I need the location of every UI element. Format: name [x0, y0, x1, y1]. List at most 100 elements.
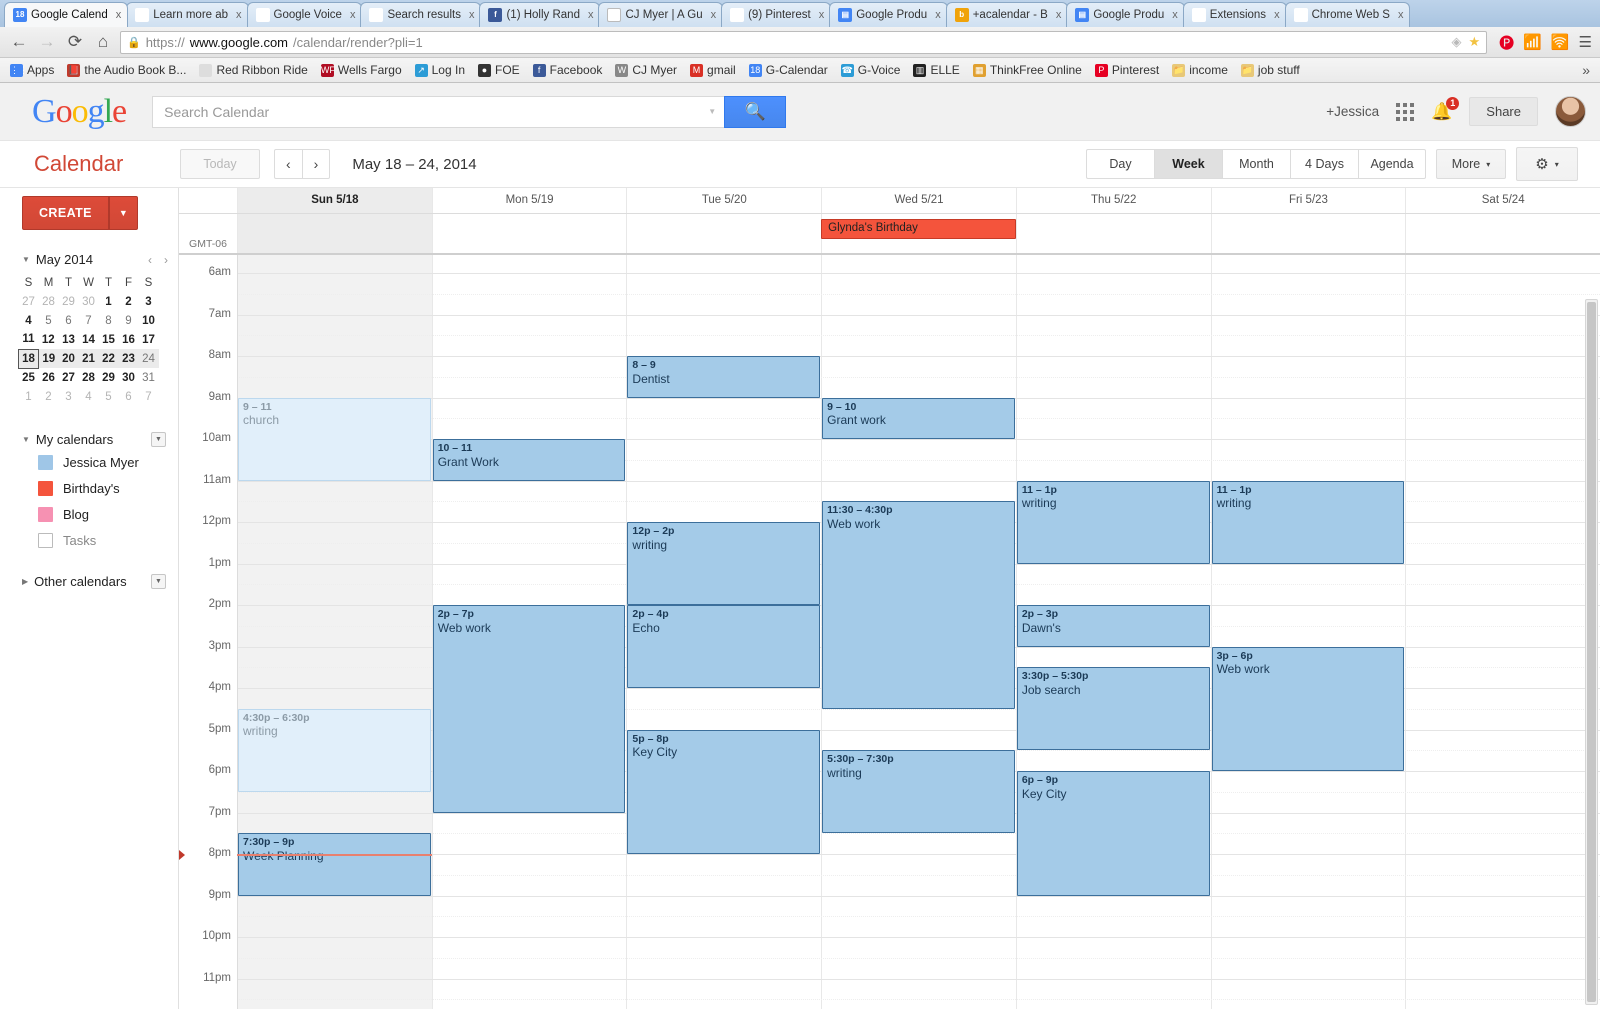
share-button[interactable]: Share: [1469, 97, 1538, 126]
all-day-cell-2[interactable]: [626, 214, 821, 253]
bookmark-item[interactable]: ● FOE: [478, 63, 520, 77]
browser-tab[interactable]: ☎ Google Voice x: [246, 2, 363, 27]
mini-day-cell[interactable]: 30: [119, 368, 139, 387]
broadcast-ext-icon[interactable]: 🛜: [1551, 33, 1570, 51]
collapse-caret-icon[interactable]: ▼: [22, 435, 30, 444]
calendar-event[interactable]: 9 – 11 church: [238, 397, 431, 481]
day-header-2[interactable]: Tue 5/20: [626, 188, 821, 213]
browser-tab[interactable]: b +acalendar - B x: [945, 2, 1069, 27]
mini-day-cell[interactable]: 2: [119, 292, 139, 311]
mini-day-cell[interactable]: 1: [19, 387, 39, 406]
all-day-cell-4[interactable]: [1015, 214, 1211, 253]
bookmark-star-icon[interactable]: ★: [1469, 34, 1481, 50]
vertical-scrollbar[interactable]: [1585, 299, 1598, 1005]
calendar-event[interactable]: 11:30 – 4:30p Web work: [822, 501, 1015, 709]
calendar-event[interactable]: 3:30p – 5:30p Job search: [1016, 667, 1210, 751]
bookmark-item[interactable]: 18 G-Calendar: [748, 63, 828, 77]
today-button[interactable]: Today: [180, 149, 260, 179]
bookmark-item[interactable]: ↗ Log In: [414, 63, 465, 77]
rss-ext-icon[interactable]: 📶: [1523, 33, 1542, 51]
mini-day-cell[interactable]: 29: [59, 292, 79, 311]
calendar-event[interactable]: 4:30p – 6:30p writing: [238, 708, 431, 792]
mini-day-cell[interactable]: 11: [19, 330, 39, 349]
search-options-caret-icon[interactable]: ▼: [708, 107, 716, 116]
expand-caret-icon[interactable]: ▶: [22, 577, 28, 586]
mini-day-cell[interactable]: 19: [38, 349, 59, 368]
calendar-event[interactable]: 6p – 9p Key City: [1016, 771, 1210, 896]
grid-scroll-zone[interactable]: 6am 7am 8am 9am 10am 11am 12pm 1pm 2pm 3pm 4pm 5pm 6…: [179, 255, 1600, 1009]
next-week-button[interactable]: ›: [302, 149, 331, 179]
mini-day-cell[interactable]: 29: [99, 368, 119, 387]
mini-week-row[interactable]: 4 5 6 7 8 9 10: [19, 311, 159, 330]
all-day-cell-6[interactable]: [1405, 214, 1600, 253]
mini-day-cell[interactable]: 26: [39, 368, 59, 387]
mini-next-month-button[interactable]: ›: [164, 253, 168, 267]
google-logo[interactable]: Google: [32, 93, 127, 131]
mini-day-cell[interactable]: 3: [59, 387, 79, 406]
browser-tab[interactable]: ▤ Google Produ x: [829, 2, 948, 27]
mini-day-cell[interactable]: 22: [98, 349, 119, 368]
calendar-event[interactable]: 8 – 9 Dentist: [627, 356, 821, 398]
close-icon[interactable]: x: [707, 9, 717, 21]
mini-prev-month-button[interactable]: ‹: [148, 253, 152, 267]
bookmark-item[interactable]: 📕 the Audio Book B...: [67, 63, 186, 77]
close-icon[interactable]: x: [1052, 9, 1062, 21]
mini-day-cell[interactable]: 3: [139, 292, 159, 311]
mini-day-cell[interactable]: 4: [19, 311, 39, 330]
calendar-event[interactable]: 2p – 7p Web work: [432, 605, 626, 813]
mini-day-cell[interactable]: 30: [79, 292, 99, 311]
menu-icon[interactable]: ☰: [1579, 33, 1592, 51]
mini-week-row[interactable]: 25 26 27 28 29 30 31: [19, 368, 159, 387]
bookmark-item[interactable]: 📁 job stuff: [1240, 63, 1300, 77]
bookmark-item[interactable]: Mgmail: [690, 63, 736, 77]
browser-tab[interactable]: ◉ Chrome Web S x: [1284, 2, 1411, 27]
close-icon[interactable]: x: [465, 9, 475, 21]
browser-tab[interactable]: ✚ Extensions x: [1182, 2, 1287, 27]
calendar-event[interactable]: 3p – 6p Web work: [1211, 646, 1405, 771]
all-day-cell-0[interactable]: [237, 214, 432, 253]
search-button[interactable]: 🔍: [724, 95, 787, 128]
reload-button[interactable]: ⟳: [64, 31, 86, 53]
mini-day-cell[interactable]: 18: [18, 348, 39, 369]
day-header-4[interactable]: Thu 5/22: [1015, 188, 1211, 213]
mini-day-cell[interactable]: 28: [79, 368, 99, 387]
mini-day-cell[interactable]: 8: [99, 311, 119, 330]
forward-button[interactable]: →: [36, 31, 58, 53]
prev-week-button[interactable]: ‹: [274, 149, 303, 179]
mini-day-cell[interactable]: 5: [39, 311, 59, 330]
browser-tab[interactable]: ▤ Google Produ x: [1066, 2, 1185, 27]
bookmark-item[interactable]: WF Wells Fargo: [320, 63, 402, 77]
mini-day-cell[interactable]: 14: [79, 330, 99, 349]
mini-day-cell[interactable]: 17: [139, 330, 159, 349]
notifications-button[interactable]: 🔔 1: [1431, 96, 1460, 122]
bookmark-item[interactable]: f Facebook: [532, 63, 602, 77]
browser-tab[interactable]: W CJ Myer | A Gu x: [598, 2, 724, 27]
all-day-event[interactable]: Glynda's Birthday: [821, 219, 1016, 239]
calendar-event[interactable]: 11 – 1p writing: [1016, 480, 1210, 564]
avatar[interactable]: [1555, 96, 1586, 127]
search-box[interactable]: ▼: [152, 95, 725, 128]
calendar-event[interactable]: 5p – 8p Key City: [627, 729, 821, 854]
browser-tab[interactable]: P (9) Pinterest x: [721, 2, 832, 27]
mini-day-cell[interactable]: 15: [99, 330, 119, 349]
close-icon[interactable]: x: [584, 9, 594, 21]
calendar-event[interactable]: 10 – 11 Grant Work: [432, 439, 626, 481]
mini-day-cell[interactable]: 21: [78, 349, 99, 368]
close-icon[interactable]: x: [346, 9, 356, 21]
mini-week-row[interactable]: 27 28 29 30 1 2 3: [19, 292, 159, 311]
mini-day-cell[interactable]: 7: [139, 387, 159, 406]
calendar-event[interactable]: 2p – 4p Echo: [627, 605, 821, 688]
mini-day-cell[interactable]: 28: [39, 292, 59, 311]
create-dropdown-button[interactable]: ▼: [108, 196, 138, 230]
mini-day-cell[interactable]: 2: [39, 387, 59, 406]
day-header-1[interactable]: Mon 5/19: [431, 188, 627, 213]
bookmark-item[interactable]: W CJ Myer: [615, 63, 677, 77]
day-header-5[interactable]: Fri 5/23: [1210, 188, 1406, 213]
close-icon[interactable]: x: [112, 9, 122, 21]
close-icon[interactable]: x: [1394, 9, 1404, 21]
mini-day-cell[interactable]: 27: [19, 292, 39, 311]
browser-tab[interactable]: 18 Google Calend x: [4, 2, 129, 27]
calendar-checkbox[interactable]: [38, 533, 53, 548]
browser-tab[interactable]: G Learn more ab x: [126, 2, 249, 27]
apps-grid-icon[interactable]: [1396, 102, 1415, 121]
